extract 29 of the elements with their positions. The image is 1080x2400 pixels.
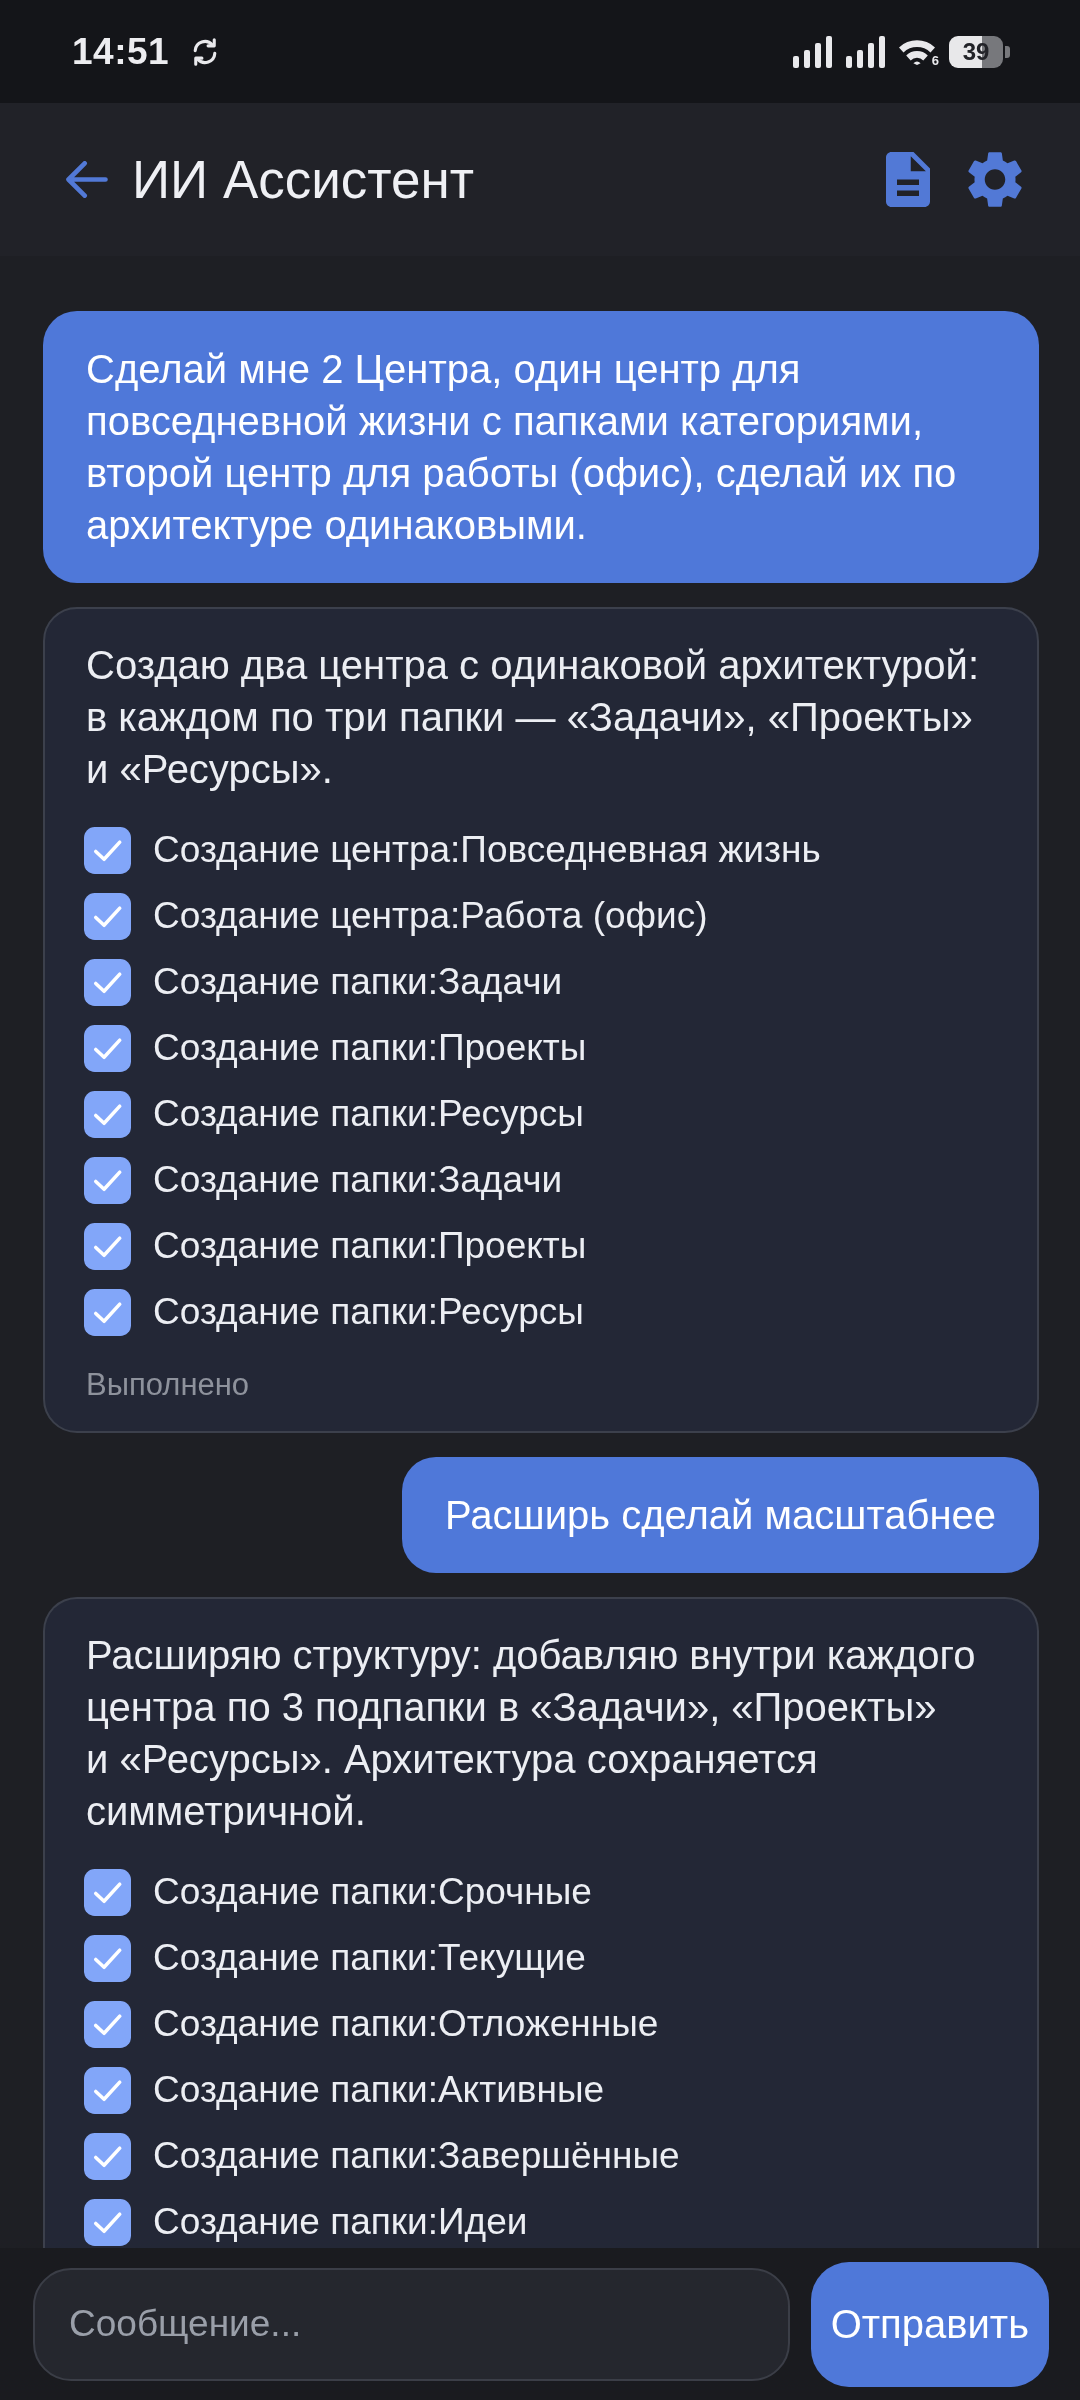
task-label: Создание папки:Отложенные xyxy=(153,2003,659,2045)
task-label: Создание папки:Проекты xyxy=(153,1027,587,1069)
task-label: Создание центра:Повседневная жизнь xyxy=(153,829,821,871)
message-text: Создаю два центра с одинаковой архитектурой: в каждом по три папки — «Задачи», «Проекты» и «Ресурсы». xyxy=(86,642,980,793)
task-label: Создание папки:Ресурсы xyxy=(153,1291,584,1333)
task-label: Создание папки:Задачи xyxy=(153,1159,563,1201)
signal-icon xyxy=(845,35,886,68)
send-button[interactable]: Отправить xyxy=(810,2261,1049,2387)
wifi-generation-label: 6 xyxy=(931,54,939,67)
task-label: Создание папки:Идеи xyxy=(153,2201,528,2243)
message-input[interactable]: Сообщение... xyxy=(33,2267,790,2381)
back-icon[interactable] xyxy=(66,161,108,198)
task-label: Создание папки:Ресурсы xyxy=(153,1093,584,1135)
status-label: Выполнено xyxy=(86,1366,250,1404)
signal-icon xyxy=(792,35,833,68)
task-label: Создание центра:Работа (офис) xyxy=(153,895,708,937)
task-label: Создание папки:Активные xyxy=(153,2069,605,2111)
document-icon[interactable] xyxy=(886,152,930,207)
task-label: Создание папки:Завершённые xyxy=(153,2135,680,2177)
message-text: Расширяю структуру: добавляю внутри каждого центра по 3 подпапки в «Задачи», «Проекты» и «Ресурсы». Архитектура сохраняется симметричной. xyxy=(86,1632,977,1835)
user-message: Расширь сделай масштабнее xyxy=(402,1457,1039,1573)
task-label: Создание папки:Проекты xyxy=(153,1225,587,1267)
user-message: Сделай мне 2 Центра, один центр для повседневной жизни с папками категориями, второй центр для работы (офис), сделай их по архитектуре одинаковыми. xyxy=(43,311,1039,583)
status-time: 14:51 xyxy=(72,30,170,73)
settings-icon[interactable] xyxy=(968,151,1022,208)
task-label: Создание папки:Срочные xyxy=(153,1871,592,1913)
task-label: Создание папки:Задачи xyxy=(153,961,563,1003)
task-label: Создание папки:Текущие xyxy=(153,1937,586,1979)
screen-title: ИИ Ассистент xyxy=(132,149,475,210)
